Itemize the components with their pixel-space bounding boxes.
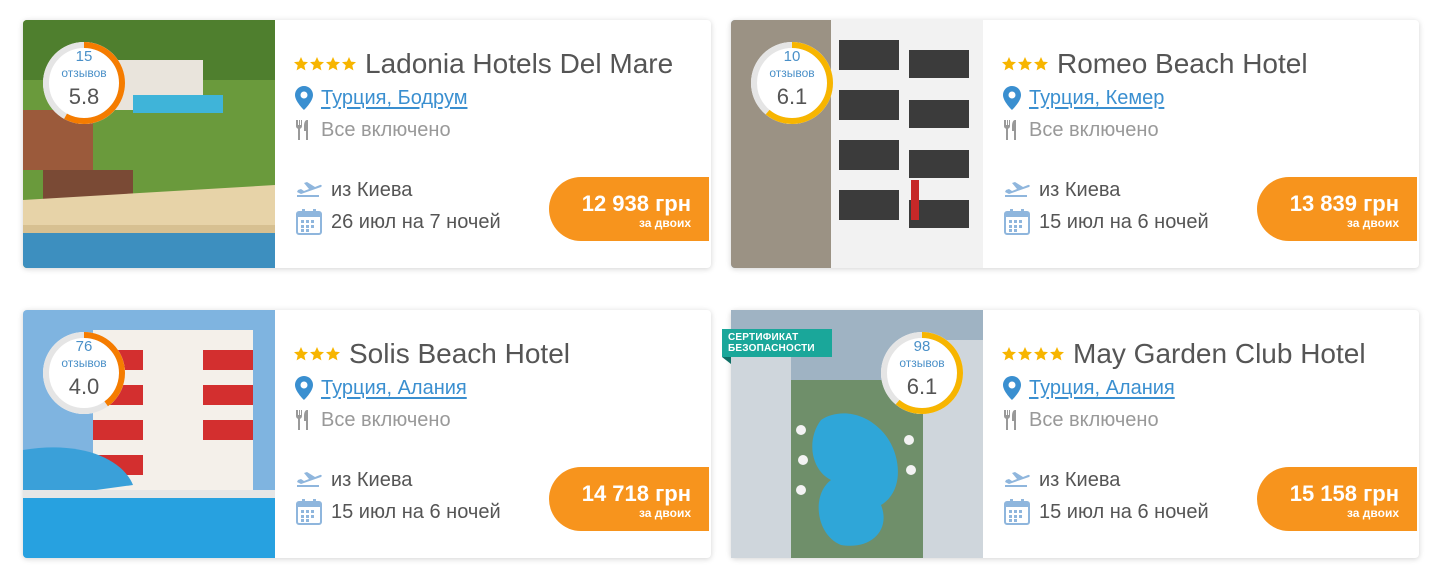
hotel-card[interactable]: СЕРТИФИКАТ БЕЗОПАСНОСТИ 98 отзывов 6.1 M… <box>722 310 1419 558</box>
airplane-icon <box>293 468 325 492</box>
calendar-icon <box>1001 499 1033 525</box>
travel-dates: 15 июл на 6 ночей <box>1039 500 1209 523</box>
hotel-card[interactable]: 10 отзывов 6.1 Romeo Beach Hotel Турция,… <box>731 20 1419 268</box>
price-amount: 15 158 грн <box>1289 481 1399 506</box>
price-button[interactable]: 13 839 грн за двоих <box>1257 177 1417 241</box>
star-icon <box>310 57 324 71</box>
departure-city: из Киева <box>1039 178 1121 201</box>
reviews-count: 76 <box>75 338 93 355</box>
hotel-location-link[interactable]: Турция, Бодрум <box>321 87 467 110</box>
hotel-name[interactable]: May Garden Club Hotel <box>1073 338 1366 370</box>
departure-city: из Киева <box>331 178 413 201</box>
departure-city: из Киева <box>1039 468 1121 491</box>
star-icon <box>342 57 356 71</box>
reviews-label: отзывов <box>769 66 815 80</box>
hotel-location-link[interactable]: Турция, Алания <box>321 377 467 400</box>
travel-dates: 26 июл на 7 ночей <box>331 210 501 233</box>
star-icon <box>1034 57 1048 71</box>
price-note: за двоих <box>638 506 691 520</box>
price-note: за двоих <box>638 216 691 230</box>
price-note: за двоих <box>1346 506 1399 520</box>
star-icon <box>310 347 324 361</box>
hotel-location-link[interactable]: Турция, Алания <box>1029 377 1175 400</box>
fork-knife-icon <box>293 118 315 142</box>
hotel-name[interactable]: Solis Beach Hotel <box>349 338 570 370</box>
stars-rating <box>1001 56 1049 72</box>
rating-score: 6.1 <box>776 84 808 109</box>
hotel-location-link[interactable]: Турция, Кемер <box>1029 87 1164 110</box>
price-note: за двоих <box>1346 216 1399 230</box>
star-icon <box>1002 57 1016 71</box>
star-icon <box>326 57 340 71</box>
rating-score: 4.0 <box>68 374 100 399</box>
price-button[interactable]: 15 158 грн за двоих <box>1257 467 1417 531</box>
star-icon <box>1034 347 1048 361</box>
reviews-label: отзывов <box>61 356 107 370</box>
reviews-label: отзывов <box>61 66 107 80</box>
map-pin-icon <box>1001 86 1023 110</box>
rating-ring: 76 отзывов 4.0 <box>39 328 129 418</box>
star-icon <box>326 347 340 361</box>
travel-dates: 15 июл на 6 ночей <box>331 500 501 523</box>
reviews-count: 10 <box>783 48 801 65</box>
safety-certificate-badge: СЕРТИФИКАТ БЕЗОПАСНОСТИ <box>722 329 832 357</box>
price-amount: 13 839 грн <box>1289 191 1399 216</box>
map-pin-icon <box>293 376 315 400</box>
fork-knife-icon <box>1001 118 1023 142</box>
hotel-photo[interactable]: 76 отзывов 4.0 <box>23 310 275 558</box>
calendar-icon <box>1001 209 1033 235</box>
meal-plan: Все включено <box>321 408 451 431</box>
star-icon <box>294 347 308 361</box>
hotel-photo[interactable]: 15 отзывов 5.8 <box>23 20 275 268</box>
rating-score: 5.8 <box>68 84 100 109</box>
hotel-name[interactable]: Romeo Beach Hotel <box>1057 48 1308 80</box>
rating-score: 6.1 <box>906 374 938 399</box>
price-amount: 14 718 грн <box>581 481 691 506</box>
reviews-label: отзывов <box>899 356 945 370</box>
fork-knife-icon <box>1001 408 1023 432</box>
map-pin-icon <box>293 86 315 110</box>
hotel-card[interactable]: 15 отзывов 5.8 Ladonia Hotels Del Mare Т… <box>23 20 711 268</box>
star-icon <box>294 57 308 71</box>
price-amount: 12 938 грн <box>581 191 691 216</box>
star-icon <box>1018 57 1032 71</box>
calendar-icon <box>293 499 325 525</box>
meal-plan: Все включено <box>321 118 451 141</box>
star-icon <box>1050 347 1064 361</box>
reviews-count: 15 <box>75 48 93 65</box>
hotel-card[interactable]: 76 отзывов 4.0 Solis Beach Hotel Турция,… <box>23 310 711 558</box>
airplane-icon <box>293 178 325 202</box>
departure-city: из Киева <box>331 468 413 491</box>
badge-fold <box>722 357 731 364</box>
rating-ring: 98 отзывов 6.1 <box>877 328 967 418</box>
rating-ring: 15 отзывов 5.8 <box>39 38 129 128</box>
stars-rating <box>293 346 341 362</box>
rating-ring: 10 отзывов 6.1 <box>747 38 837 128</box>
stars-rating <box>293 56 357 72</box>
hotel-name[interactable]: Ladonia Hotels Del Mare <box>365 48 673 80</box>
price-button[interactable]: 12 938 грн за двоих <box>549 177 709 241</box>
reviews-count: 98 <box>913 338 931 355</box>
price-button[interactable]: 14 718 грн за двоих <box>549 467 709 531</box>
star-icon <box>1002 347 1016 361</box>
travel-dates: 15 июл на 6 ночей <box>1039 210 1209 233</box>
stars-rating <box>1001 346 1065 362</box>
hotel-photo[interactable]: 10 отзывов 6.1 <box>731 20 983 268</box>
fork-knife-icon <box>293 408 315 432</box>
badge-text: СЕРТИФИКАТ БЕЗОПАСНОСТИ <box>728 332 815 354</box>
meal-plan: Все включено <box>1029 118 1159 141</box>
meal-plan: Все включено <box>1029 408 1159 431</box>
airplane-icon <box>1001 178 1033 202</box>
star-icon <box>1018 347 1032 361</box>
airplane-icon <box>1001 468 1033 492</box>
map-pin-icon <box>1001 376 1023 400</box>
calendar-icon <box>293 209 325 235</box>
